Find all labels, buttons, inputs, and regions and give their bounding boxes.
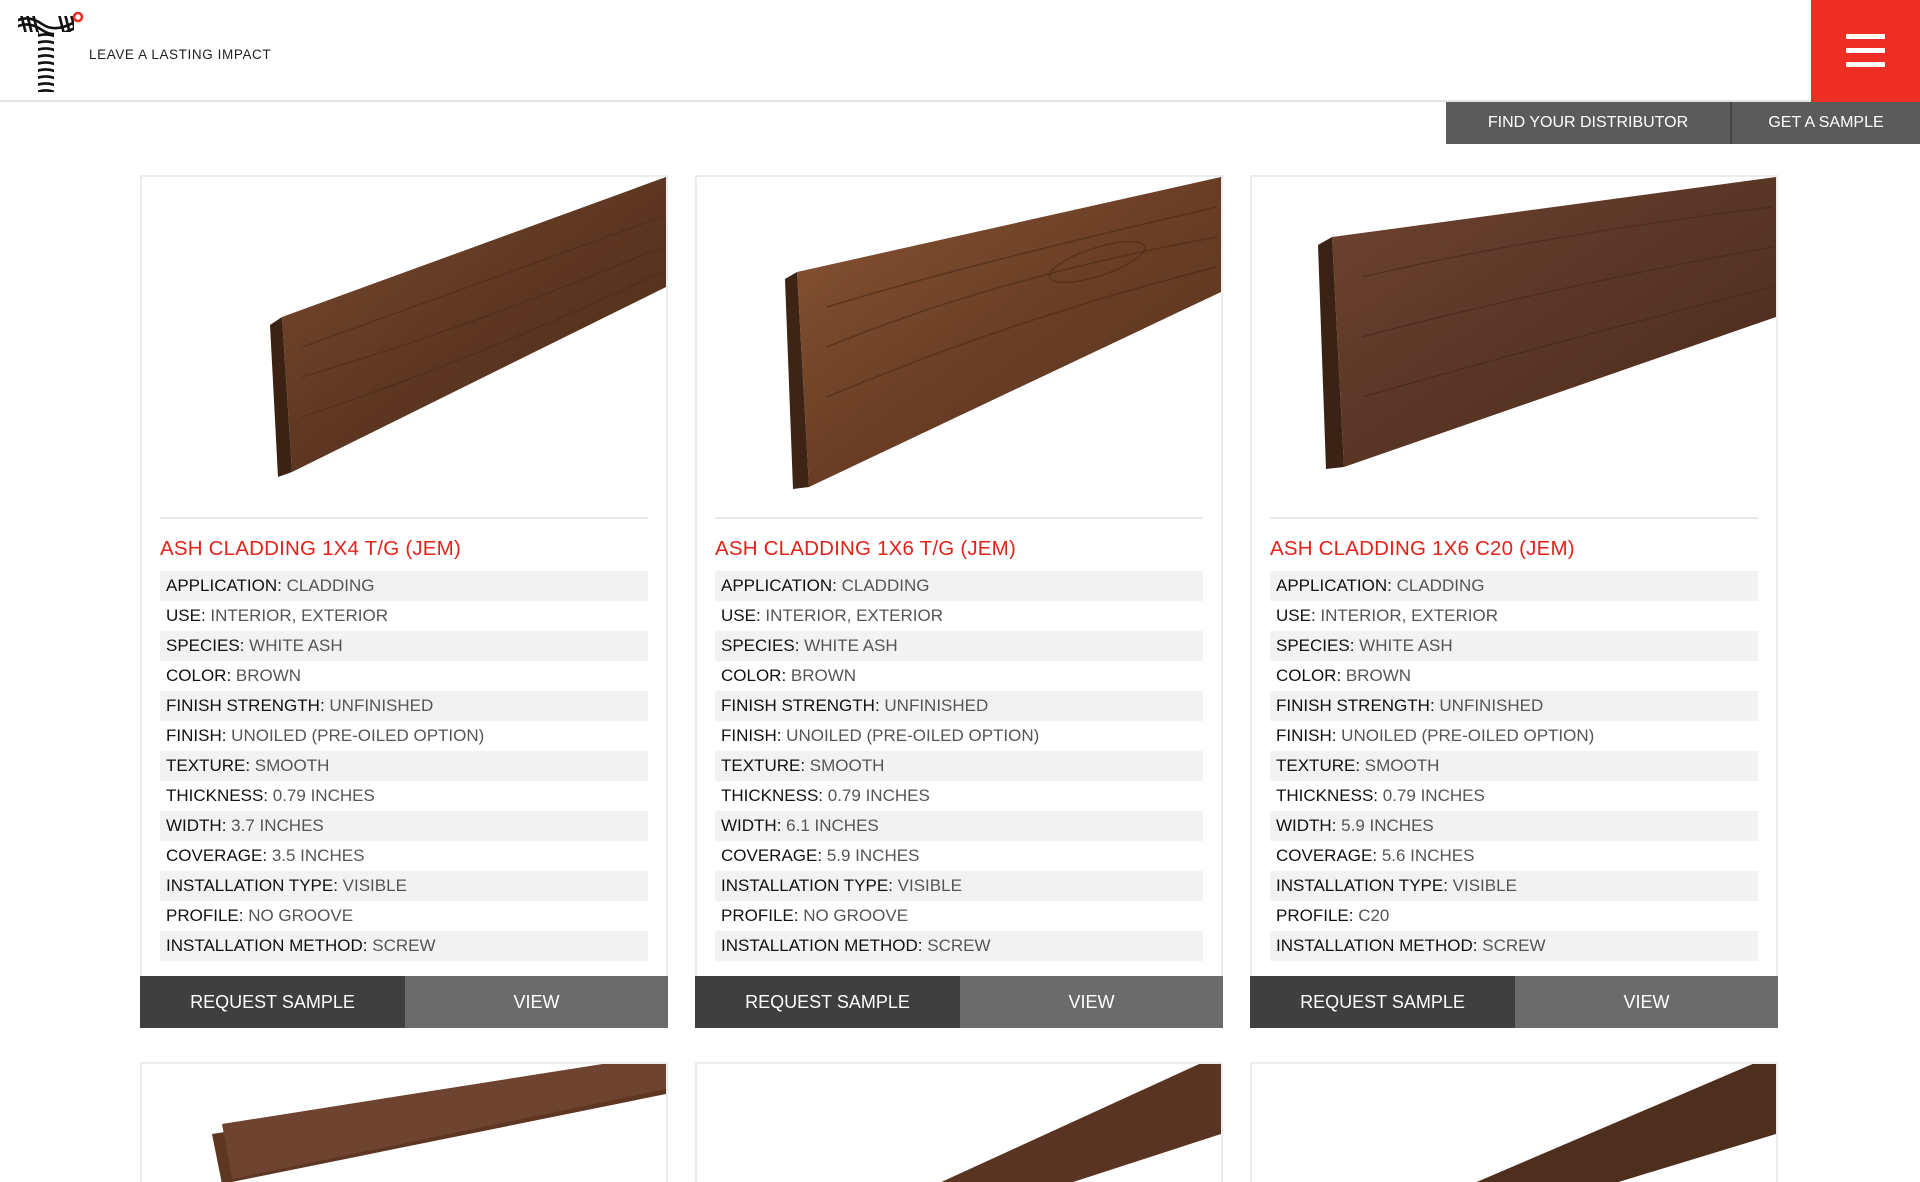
product-card-partial — [695, 1062, 1223, 1182]
view-button[interactable]: VIEW — [405, 976, 668, 1028]
spec-row: FINISH STRENGTH: UNFINISHED — [715, 691, 1203, 721]
product-card-partial — [140, 1062, 668, 1182]
product-image[interactable] — [697, 1064, 1221, 1182]
spec-row: WIDTH: 6.1 INCHES — [715, 811, 1203, 841]
top-actions: FIND YOUR DISTRIBUTOR GET A SAMPLE — [1446, 102, 1920, 144]
spec-row: WIDTH: 3.7 INCHES — [160, 811, 648, 841]
spec-row: FINISH: UNOILED (PRE-OILED OPTION) — [1276, 726, 1595, 745]
request-sample-button[interactable]: REQUEST SAMPLE — [140, 976, 405, 1028]
spec-row: INSTALLATION METHOD: SCREW — [160, 931, 648, 961]
menu-icon — [1846, 48, 1885, 53]
hamburger-menu-button[interactable] — [1811, 0, 1920, 102]
spec-row: FINISH: UNOILED (PRE-OILED OPTION) — [166, 726, 485, 745]
product-title[interactable]: ASH CLADDING 1X4 T/G (JEM) — [160, 537, 461, 561]
spec-row: THICKNESS: 0.79 INCHES — [721, 786, 930, 805]
card-actions: REQUEST SAMPLE VIEW — [140, 976, 668, 1028]
product-image[interactable] — [1252, 177, 1776, 517]
spec-row: PROFILE: C20 — [1276, 906, 1390, 925]
site-header: LEAVE A LASTING IMPACT — [0, 0, 1920, 102]
spec-row: TEXTURE: SMOOTH — [160, 751, 648, 781]
spec-row: SPECIES: WHITE ASH — [160, 631, 648, 661]
product-card: ASH CLADDING 1X4 T/G (JEM) APPLICATION: … — [140, 175, 668, 1028]
product-image[interactable] — [142, 1064, 666, 1182]
view-button[interactable]: VIEW — [960, 976, 1223, 1028]
spec-row: INSTALLATION TYPE: VISIBLE — [715, 871, 1203, 901]
spec-row: PROFILE: NO GROOVE — [166, 906, 354, 925]
product-image[interactable] — [1252, 1064, 1776, 1182]
spec-list: APPLICATION: CLADDING USE: INTERIOR, EXT… — [1270, 571, 1758, 961]
brand-logo-icon[interactable] — [18, 12, 84, 92]
request-sample-button[interactable]: REQUEST SAMPLE — [695, 976, 960, 1028]
menu-icon — [1846, 62, 1885, 67]
request-sample-button[interactable]: REQUEST SAMPLE — [1250, 976, 1515, 1028]
spec-row: APPLICATION: CLADDING — [1270, 571, 1758, 601]
card-divider — [715, 517, 1203, 519]
spec-row: COLOR: BROWN — [166, 666, 302, 685]
spec-row: PROFILE: NO GROOVE — [721, 906, 909, 925]
card-divider — [160, 517, 648, 519]
spec-row: WIDTH: 5.9 INCHES — [1270, 811, 1758, 841]
product-title[interactable]: ASH CLADDING 1X6 C20 (JEM) — [1270, 537, 1575, 561]
spec-row: USE: INTERIOR, EXTERIOR — [721, 606, 943, 625]
spec-row: COVERAGE: 5.6 INCHES — [1276, 846, 1475, 865]
product-image[interactable] — [697, 177, 1221, 517]
spec-row: INSTALLATION TYPE: VISIBLE — [160, 871, 648, 901]
spec-row: COVERAGE: 3.5 INCHES — [166, 846, 365, 865]
get-sample-button[interactable]: GET A SAMPLE — [1732, 102, 1920, 144]
card-divider — [1270, 517, 1758, 519]
spec-row: USE: INTERIOR, EXTERIOR — [1276, 606, 1498, 625]
spec-row: INSTALLATION TYPE: VISIBLE — [1270, 871, 1758, 901]
card-actions: REQUEST SAMPLE VIEW — [695, 976, 1223, 1028]
menu-icon — [1846, 34, 1885, 39]
spec-row: FINISH STRENGTH: UNFINISHED — [160, 691, 648, 721]
product-card: ASH CLADDING 1X6 T/G (JEM) APPLICATION: … — [695, 175, 1223, 1028]
product-card: ASH CLADDING 1X6 C20 (JEM) APPLICATION: … — [1250, 175, 1778, 1028]
spec-row: SPECIES: WHITE ASH — [715, 631, 1203, 661]
spec-row: INSTALLATION METHOD: SCREW — [1270, 931, 1758, 961]
spec-row: FINISH STRENGTH: UNFINISHED — [1270, 691, 1758, 721]
card-actions: REQUEST SAMPLE VIEW — [1250, 976, 1778, 1028]
view-button[interactable]: VIEW — [1515, 976, 1778, 1028]
spec-row: THICKNESS: 0.79 INCHES — [166, 786, 375, 805]
spec-row: COVERAGE: 5.9 INCHES — [721, 846, 920, 865]
spec-row: THICKNESS: 0.79 INCHES — [1276, 786, 1485, 805]
spec-list: APPLICATION: CLADDING USE: INTERIOR, EXT… — [160, 571, 648, 961]
brand-tagline: LEAVE A LASTING IMPACT — [89, 47, 272, 62]
spec-row: TEXTURE: SMOOTH — [715, 751, 1203, 781]
spec-list: APPLICATION: CLADDING USE: INTERIOR, EXT… — [715, 571, 1203, 961]
spec-row: COLOR: BROWN — [721, 666, 857, 685]
product-card-partial — [1250, 1062, 1778, 1182]
spec-row: INSTALLATION METHOD: SCREW — [715, 931, 1203, 961]
spec-row: SPECIES: WHITE ASH — [1270, 631, 1758, 661]
spec-row: COLOR: BROWN — [1276, 666, 1412, 685]
spec-row: APPLICATION: CLADDING — [160, 571, 648, 601]
product-title[interactable]: ASH CLADDING 1X6 T/G (JEM) — [715, 537, 1016, 561]
product-image[interactable] — [142, 177, 666, 517]
spec-row: USE: INTERIOR, EXTERIOR — [166, 606, 388, 625]
spec-row: FINISH: UNOILED (PRE-OILED OPTION) — [721, 726, 1040, 745]
spec-row: APPLICATION: CLADDING — [715, 571, 1203, 601]
find-distributor-button[interactable]: FIND YOUR DISTRIBUTOR — [1446, 102, 1732, 144]
spec-row: TEXTURE: SMOOTH — [1270, 751, 1758, 781]
